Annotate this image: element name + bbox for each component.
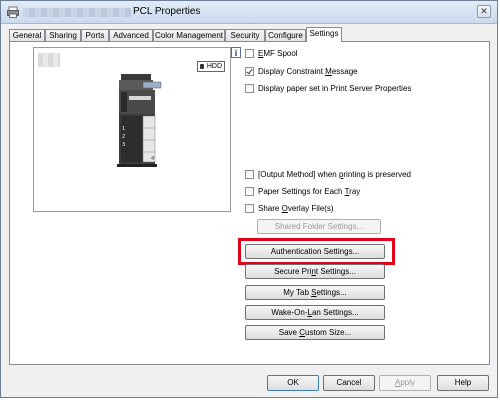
tab-settings[interactable]: Settings [306, 27, 342, 42]
share-overlay-checkbox[interactable] [245, 203, 254, 213]
svg-text:2: 2 [122, 134, 125, 140]
display-paper-set-label: Display paper set in Print Server Proper… [258, 83, 412, 93]
secure-print-settings-button[interactable]: Secure Print Settings... [245, 264, 385, 279]
share-overlay-label: Share Overlay File(s) [258, 203, 334, 213]
tab-ports[interactable]: Ports [81, 29, 109, 41]
title-bar[interactable]: PCL Properties ✕ [1, 1, 497, 24]
printer-app-icon [7, 6, 19, 18]
tab-general[interactable]: General [9, 29, 45, 41]
output-method-checkbox[interactable] [245, 169, 254, 179]
output-method-option[interactable]: [Output Method] when printing is preserv… [245, 168, 411, 180]
emf-spool-label: EMF Spool [258, 48, 298, 58]
hdd-icon [200, 64, 204, 69]
printer-illustration: 1 2 3 4 [117, 74, 162, 167]
wake-on-lan-settings-button[interactable]: Wake-On-Lan Settings... [245, 305, 385, 320]
my-tab-settings-button[interactable]: My Tab Settings... [245, 285, 385, 300]
help-button[interactable]: Help [437, 375, 489, 391]
window-title: PCL Properties [133, 6, 201, 17]
hdd-badge: HDD [197, 61, 225, 72]
tab-color-management[interactable]: Color Management [153, 29, 225, 41]
authentication-settings-button[interactable]: Authentication Settings... [245, 244, 385, 259]
printer-properties-window: PCL Properties ✕ General Sharing Ports A… [0, 0, 498, 398]
info-icon[interactable]: i [231, 47, 241, 58]
display-constraint-label: Display Constraint Message [258, 66, 358, 76]
cancel-button[interactable]: Cancel [323, 375, 375, 391]
svg-text:3: 3 [122, 142, 125, 148]
tab-configure[interactable]: Configure [265, 29, 306, 41]
blurred-printer-name [23, 8, 131, 17]
tab-sharing[interactable]: Sharing [45, 29, 81, 41]
device-preview: HDD 1 2 3 4 [33, 47, 231, 212]
display-paper-set-option[interactable]: Display paper set in Print Server Proper… [245, 82, 411, 94]
tab-security[interactable]: Security [225, 29, 265, 41]
save-custom-size-button[interactable]: Save Custom Size... [245, 325, 385, 340]
paper-settings-tray-label: Paper Settings for Each Tray [258, 186, 361, 196]
paper-settings-tray-option[interactable]: Paper Settings for Each Tray [245, 185, 360, 197]
output-method-label: [Output Method] when printing is preserv… [258, 169, 411, 179]
svg-text:4: 4 [151, 156, 154, 162]
close-button[interactable]: ✕ [477, 5, 491, 18]
hdd-label: HDD [206, 63, 222, 70]
tab-advanced[interactable]: Advanced [109, 29, 153, 41]
share-overlay-option[interactable]: Share Overlay File(s) [245, 202, 334, 214]
display-constraint-checkbox[interactable] [245, 66, 254, 76]
ok-button[interactable]: OK [267, 375, 319, 391]
paper-settings-tray-checkbox[interactable] [245, 186, 254, 196]
display-constraint-option[interactable]: Display Constraint Message [245, 65, 358, 77]
close-icon: ✕ [480, 6, 488, 16]
emf-spool-checkbox[interactable] [245, 48, 254, 58]
emf-spool-option[interactable]: EMF Spool [245, 47, 298, 59]
shared-folder-settings-button[interactable]: Shared Folder Settings... [257, 219, 381, 234]
apply-button[interactable]: Apply [379, 375, 431, 391]
display-paper-set-checkbox[interactable] [245, 83, 254, 93]
blurred-preview-label [38, 53, 60, 67]
svg-text:1: 1 [122, 126, 125, 132]
